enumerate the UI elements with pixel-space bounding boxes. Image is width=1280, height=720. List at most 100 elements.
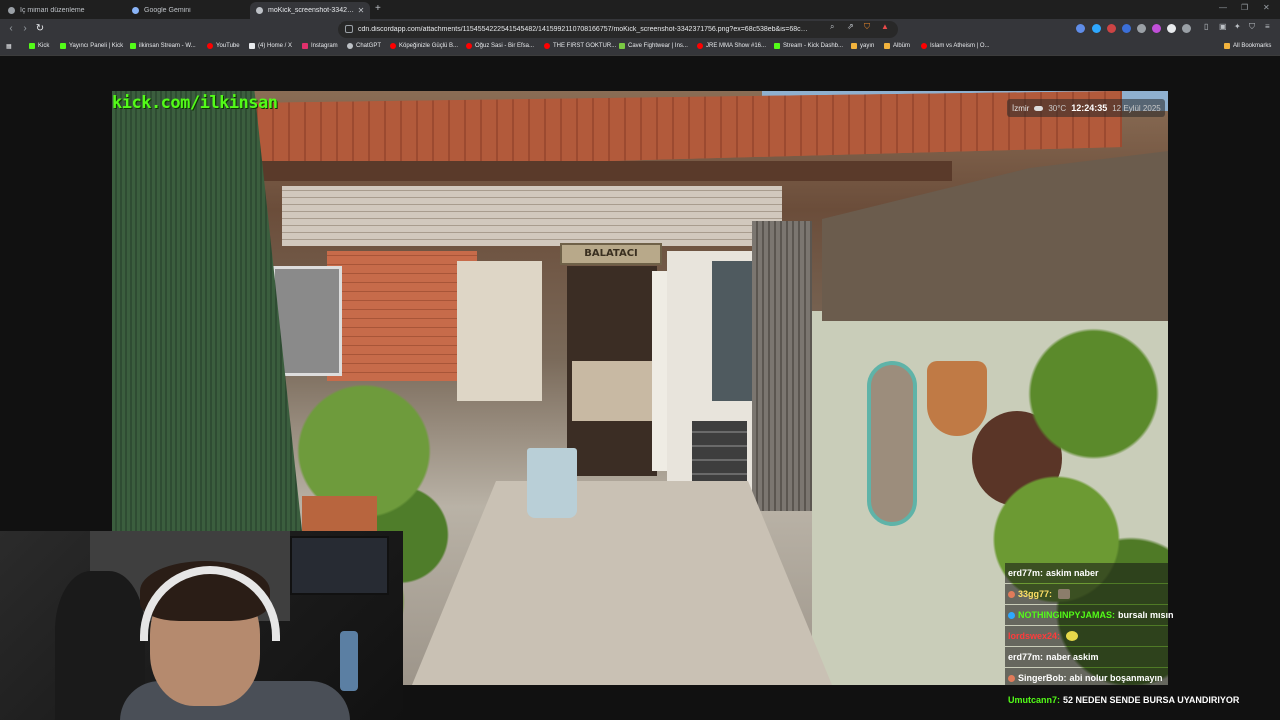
tab-screenshot[interactable]: moKick_screenshot-3342371756... ✕ <box>250 2 370 19</box>
chat-overlay: erd77m: askim naber 33gg77: NOTHINGINPYJ… <box>1005 563 1268 713</box>
youtube-icon <box>697 43 703 49</box>
webcam-monitor <box>290 536 389 595</box>
bookmark-item[interactable]: Oğuz Sasi - Bir Efsa... <box>466 43 534 49</box>
bookmark-item[interactable]: Stream - Kick Dashb... <box>774 43 843 49</box>
chat-text: abi nolur boşanmayın <box>1069 673 1163 683</box>
bookmark-item[interactable]: Köpeğinizle Güçlü B... <box>390 43 458 49</box>
bookmark-item[interactable]: ilkinsan Stream - W... <box>130 43 196 49</box>
all-bookmarks-folder[interactable]: All Bookmarks <box>1224 43 1271 49</box>
metal-fence <box>752 221 812 511</box>
bookmark-label: Kick <box>38 43 50 49</box>
kitchen-interior <box>572 361 652 421</box>
bookmark-item[interactable]: JRE MMA Show #16... <box>697 43 766 49</box>
globe-icon <box>256 7 263 14</box>
wall-mirror <box>867 361 917 526</box>
browser-toolbar: ‹ › ↻ ☐ cdn.discordapp.com/attachments/1… <box>0 19 1280 40</box>
chat-username: lordswex24: <box>1008 631 1061 641</box>
rewards-icon[interactable]: ▲ <box>881 22 889 31</box>
cave-icon <box>619 43 625 49</box>
extension-icon[interactable] <box>1137 24 1146 33</box>
bookmark-label: JRE MMA Show #16... <box>706 43 767 49</box>
share-icon[interactable]: ⇗ <box>847 22 854 31</box>
weather-widget: İzmir 30°C 12:24:35 12 Eylül 2025 <box>1007 99 1165 117</box>
bookmark-folder[interactable]: yayın <box>851 43 874 49</box>
bookmark-folder[interactable]: Albüm <box>884 43 910 49</box>
tiled-roof <box>242 91 1122 171</box>
chat-message: NOTHINGINPYJAMAS: bursalı mısın <box>1005 605 1174 625</box>
bookmark-item[interactable]: YouTube <box>207 43 240 49</box>
gemini-icon <box>132 7 139 14</box>
kick-icon <box>60 43 66 49</box>
extension-icon[interactable] <box>1076 24 1085 33</box>
reload-icon[interactable]: ↻ <box>34 23 46 34</box>
bookmarks-bar: ▦ Kick Yayıncı Paneli | Kick ilkinsan St… <box>0 40 1280 56</box>
close-tab-icon[interactable]: ✕ <box>356 6 366 15</box>
folder-icon <box>851 43 857 49</box>
weather-date: 12 Eylül 2025 <box>1112 103 1161 113</box>
tab-label: moKick_screenshot-3342371756... <box>268 7 356 14</box>
wallet-icon[interactable]: ▣ <box>1219 22 1227 31</box>
chat-message: Umutcann7: 52 NEDEN SENDE BURSA UYANDIRI… <box>1005 690 1268 710</box>
bookmark-label: Cave Fightwear | Ins... <box>628 43 688 49</box>
bookmark-item[interactable]: THE FIRST GOKTUR... <box>544 43 616 49</box>
bookmark-item[interactable]: Islam vs Atheism | O... <box>921 43 990 49</box>
chat-username: Umutcann7: <box>1008 695 1061 705</box>
bookmark-item[interactable]: Kick <box>29 43 49 49</box>
forward-icon[interactable]: › <box>19 23 31 34</box>
youtube-icon <box>466 43 472 49</box>
bookmark-item[interactable]: ChatGPT <box>347 43 381 49</box>
planter-box <box>302 496 377 531</box>
extension-icon[interactable] <box>1092 24 1101 33</box>
kick-icon <box>29 43 35 49</box>
webcam-bottle <box>340 631 358 691</box>
extension-icon[interactable] <box>1182 24 1191 33</box>
globe-icon <box>8 7 15 14</box>
tab-ic-mimari[interactable]: İç mimari düzenleme <box>2 2 122 19</box>
kick-icon <box>130 43 136 49</box>
badge-icon <box>1008 611 1015 619</box>
youtube-icon <box>544 43 550 49</box>
brave-shield-icon[interactable]: ⛉ <box>864 22 870 32</box>
all-bookmarks-label: All Bookmarks <box>1233 43 1272 49</box>
youtube-icon <box>390 43 396 49</box>
bookmark-label: yayın <box>860 43 875 49</box>
vpn-icon[interactable]: ⛉ <box>1249 22 1255 32</box>
minimize-icon[interactable]: — <box>1219 3 1227 12</box>
bookmark-item[interactable]: (4) Home / X <box>249 43 292 49</box>
zoom-icon[interactable]: ⌕ <box>830 22 834 32</box>
extension-icon[interactable] <box>1122 24 1131 33</box>
address-bar[interactable]: cdn.discordapp.com/attachments/115455422… <box>338 21 898 38</box>
bookmark-label: Instagram <box>311 43 338 49</box>
webcam-overlay <box>0 531 403 720</box>
chat-username: 33gg77: <box>1018 589 1053 599</box>
bookmark-item[interactable]: Instagram <box>302 43 338 49</box>
bookmark-label: Yayıncı Paneli | Kick <box>69 43 124 49</box>
apps-icon[interactable]: ▦ <box>6 43 12 50</box>
sidebar-icon[interactable]: ▯ <box>1204 22 1208 31</box>
maximize-icon[interactable]: ❐ <box>1241 3 1248 12</box>
instagram-icon <box>302 43 308 49</box>
extension-icon[interactable] <box>1152 24 1161 33</box>
tab-google-gemini[interactable]: Google Gemini <box>126 2 246 19</box>
x-icon <box>249 43 255 49</box>
chat-message: erd77m: askim naber <box>1005 563 1168 583</box>
badge-icon <box>1008 674 1015 682</box>
menu-icon[interactable]: ≡ <box>1265 22 1270 31</box>
close-window-icon[interactable]: ✕ <box>1263 3 1270 12</box>
extension-icon[interactable] <box>1107 24 1116 33</box>
tab-label: İç mimari düzenleme <box>20 7 85 14</box>
kick-icon <box>774 43 780 49</box>
extension-icon[interactable] <box>1167 24 1176 33</box>
site-info-icon[interactable] <box>345 25 353 33</box>
leo-icon[interactable]: ✦ <box>1234 22 1241 31</box>
weather-time: 12:24:35 <box>1071 103 1108 113</box>
new-tab-button[interactable]: + <box>375 3 381 14</box>
bookmark-item[interactable]: Yayıncı Paneli | Kick <box>60 43 123 49</box>
bookmark-item[interactable]: Cave Fightwear | Ins... <box>619 43 688 49</box>
weather-temp: 30°C <box>1048 103 1067 113</box>
badge-icon <box>1008 590 1015 598</box>
back-icon[interactable]: ‹ <box>5 23 17 34</box>
bookmark-label: YouTube <box>216 43 240 49</box>
stream-handle: kick.com/ilkinsan <box>112 93 278 113</box>
chat-text: 52 NEDEN SENDE BURSA UYANDIRIYOR <box>1063 695 1240 705</box>
